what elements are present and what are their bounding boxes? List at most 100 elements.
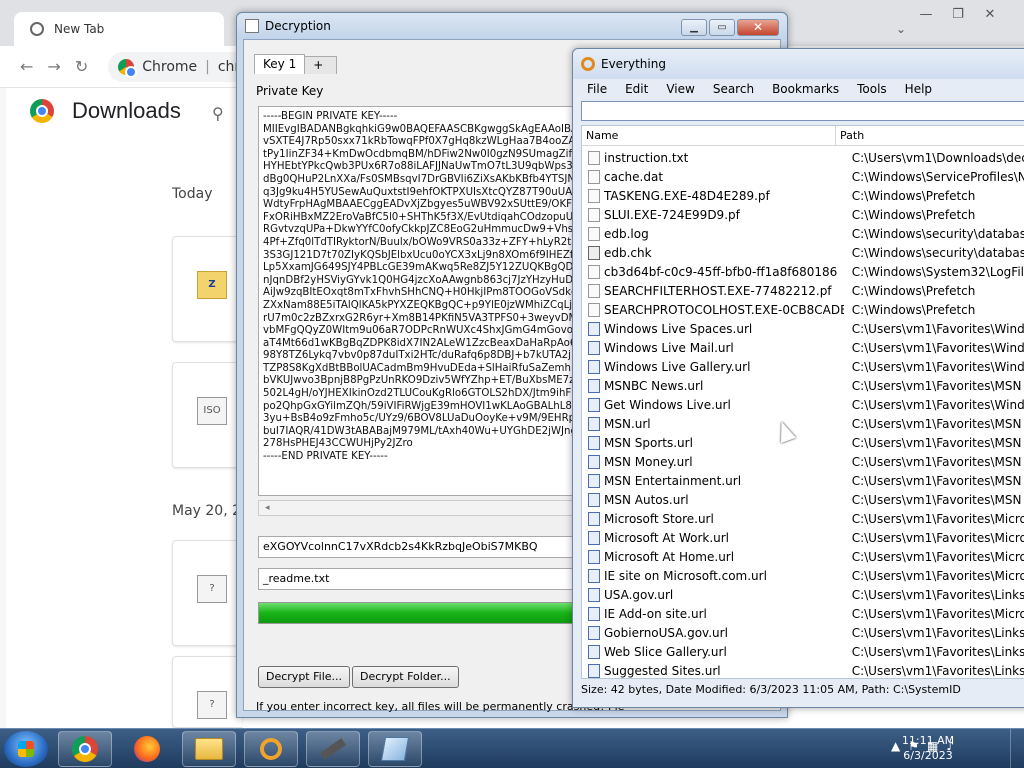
- row-path: C:\Users\vm1\Favorites\Windows L: [851, 397, 1024, 412]
- chrome-close-icon[interactable]: ✕: [976, 6, 1004, 24]
- row-name: edb.chk: [604, 245, 652, 260]
- file-icon: [588, 169, 600, 184]
- table-row[interactable]: Windows Live Mail.url C:\Users\vm1\Favori…: [582, 338, 1024, 357]
- private-key-hscrollbar[interactable]: ◂: [258, 500, 598, 516]
- row-name: USA.gov.url: [604, 587, 674, 602]
- table-row[interactable]: Microsoft Store.url C:\Users\vm1\Favorite…: [582, 509, 1024, 528]
- file-icon: [588, 283, 600, 298]
- table-row[interactable]: MSN Money.url C:\Users\vm1\Favorites\MSN …: [582, 452, 1024, 471]
- table-row[interactable]: edb.log C:\Windows\security\database: [582, 224, 1024, 243]
- tab-search-chevron-icon[interactable]: ⌄: [896, 22, 906, 36]
- table-row[interactable]: USA.gov.url C:\Users\vm1\Favorites\Links …: [582, 585, 1024, 604]
- menu-item-tools[interactable]: Tools: [857, 82, 887, 96]
- chrome-tab-new-tab[interactable]: New Tab: [14, 12, 224, 46]
- menu-item-view[interactable]: View: [666, 82, 694, 96]
- table-row[interactable]: Microsoft At Work.url C:\Users\vm1\Favori…: [582, 528, 1024, 547]
- table-row[interactable]: GobiernoUSA.gov.url C:\Users\vm1\Favorite…: [582, 623, 1024, 642]
- menu-item-file[interactable]: File: [587, 82, 607, 96]
- row-name: Web Slice Gallery.url: [604, 644, 727, 659]
- row-name: MSN.url: [604, 416, 651, 431]
- column-header-path[interactable]: Path: [836, 126, 864, 145]
- everything-search-input[interactable]: [581, 101, 1024, 121]
- table-row[interactable]: MSN Entertainment.url C:\Users\vm1\Favori…: [582, 471, 1024, 490]
- show-desktop-button[interactable]: [1010, 729, 1024, 768]
- menu-item-help[interactable]: Help: [905, 82, 932, 96]
- row-name: SLUI.EXE-724E99D9.pf: [604, 207, 740, 222]
- back-arrow-icon[interactable]: ←: [20, 57, 33, 76]
- download-card[interactable]: ISO: [172, 362, 242, 468]
- row-name: MSN Autos.url: [604, 492, 689, 507]
- table-row[interactable]: instruction.txt C:\Users\vm1\Downloads\de…: [582, 148, 1024, 167]
- readme-field[interactable]: _readme.txt: [258, 568, 598, 590]
- row-path: C:\Windows\Prefetch: [851, 283, 976, 298]
- decryption-window-title: Decryption: [265, 19, 331, 33]
- decrypt-file-button[interactable]: Decrypt File...: [258, 666, 351, 688]
- table-row[interactable]: SEARCHPROTOCOLHOST.EXE-0CB8CADE... C:\Win…: [582, 300, 1024, 319]
- decryption-close-icon[interactable]: ✕: [737, 19, 779, 36]
- decrypt-folder-button[interactable]: Decrypt Folder...: [352, 666, 459, 688]
- everything-titlebar[interactable]: Everything: [573, 49, 1024, 79]
- everything-window-title: Everything: [601, 57, 666, 71]
- table-row[interactable]: cache.dat C:\Windows\ServiceProfiles\Netw…: [582, 167, 1024, 186]
- menu-item-search[interactable]: Search: [713, 82, 754, 96]
- table-row[interactable]: cb3d64bf-c0c9-45ff-bfb0-ff1a8f680186 C:\W…: [582, 262, 1024, 281]
- key-id-field[interactable]: eXGOYVcolnnC17vXRdcb2s4KkRzbqJeObiS7MKBQ: [258, 536, 598, 558]
- download-card[interactable]: ?: [172, 656, 242, 728]
- table-row[interactable]: Windows Live Gallery.url C:\Users\vm1\Fav…: [582, 357, 1024, 376]
- row-name: SEARCHPROTOCOLHOST.EXE-0CB8CADE...: [604, 302, 844, 317]
- row-path: C:\Users\vm1\Favorites\Microsoft: [851, 606, 1024, 621]
- table-row[interactable]: Windows Live Spaces.url C:\Users\vm1\Favo…: [582, 319, 1024, 338]
- downloads-search-icon[interactable]: ⚲: [212, 104, 224, 123]
- unknown-file-icon: ?: [197, 691, 227, 719]
- table-row[interactable]: MSN Autos.url C:\Users\vm1\Favorites\MSN …: [582, 490, 1024, 509]
- table-row[interactable]: MSN Sports.url C:\Users\vm1\Favorites\MSN…: [582, 433, 1024, 452]
- tab-add-key[interactable]: +: [305, 56, 338, 74]
- row-path: C:\Users\vm1\Favorites\MSN Webs: [851, 492, 1024, 507]
- table-row[interactable]: MSNBC News.url C:\Users\vm1\Favorites\MSN…: [582, 376, 1024, 395]
- taskbar-notepad-button[interactable]: [368, 731, 422, 767]
- taskbar-explorer-button[interactable]: [182, 731, 236, 767]
- warning-text: If you enter incorrect key, all files wi…: [256, 700, 625, 713]
- tab-key-1[interactable]: Key 1: [254, 54, 306, 74]
- taskbar-clock[interactable]: 11:11 AM 6/3/2023: [888, 733, 968, 763]
- taskbar-firefox-button[interactable]: [120, 731, 174, 767]
- forward-arrow-icon[interactable]: →: [47, 57, 60, 76]
- table-row[interactable]: SEARCHFILTERHOST.EXE-77482212.pf C:\Windo…: [582, 281, 1024, 300]
- hammer-icon: [320, 738, 346, 760]
- taskbar-tool-button[interactable]: [306, 731, 360, 767]
- row-name: Microsoft At Work.url: [604, 530, 730, 545]
- table-row[interactable]: IE site on Microsoft.com.url C:\Users\vm1…: [582, 566, 1024, 585]
- decryption-minimize-icon[interactable]: ▁: [681, 19, 707, 36]
- table-row[interactable]: MSN.url C:\Users\vm1\Favorites\MSN Webs: [582, 414, 1024, 433]
- chrome-minimize-icon[interactable]: —: [912, 6, 940, 24]
- row-path: C:\Users\vm1\Favorites\Windows L: [851, 321, 1024, 336]
- table-row[interactable]: edb.chk C:\Windows\security\database: [582, 243, 1024, 262]
- taskbar-chrome-button[interactable]: [58, 731, 112, 767]
- reload-icon[interactable]: ↻: [75, 57, 88, 76]
- start-button[interactable]: [4, 731, 48, 767]
- table-row[interactable]: SLUI.EXE-724E99D9.pf C:\Windows\Prefetch: [582, 205, 1024, 224]
- scroll-left-arrow-icon[interactable]: ◂: [265, 503, 270, 513]
- decryption-maximize-icon[interactable]: ▭: [709, 19, 735, 36]
- row-name: IE site on Microsoft.com.url: [604, 568, 767, 583]
- taskbar-everything-button[interactable]: [244, 731, 298, 767]
- row-path: C:\Windows\Prefetch: [851, 302, 976, 317]
- row-path: C:\Users\vm1\Favorites\MSN Webs: [851, 435, 1024, 450]
- download-card[interactable]: ?: [172, 540, 242, 646]
- table-row[interactable]: Get Windows Live.url C:\Users\vm1\Favorit…: [582, 395, 1024, 414]
- download-card[interactable]: Z: [172, 236, 242, 342]
- everything-menubar: File Edit View Search Bookmarks Tools Help: [581, 79, 932, 99]
- column-header-name[interactable]: Name: [582, 126, 836, 145]
- decryption-progress-bar: [258, 602, 598, 624]
- table-row[interactable]: IE Add-on site.url C:\Users\vm1\Favorites…: [582, 604, 1024, 623]
- menu-item-edit[interactable]: Edit: [625, 82, 648, 96]
- table-row[interactable]: Web Slice Gallery.url C:\Users\vm1\Favori…: [582, 642, 1024, 661]
- url-file-icon: [588, 511, 600, 526]
- private-key-textarea[interactable]: -----BEGIN PRIVATE KEY----- MIIEvgIBADAN…: [258, 106, 598, 496]
- table-row[interactable]: Suggested Sites.url C:\Users\vm1\Favorite…: [582, 661, 1024, 678]
- url-file-icon: [588, 587, 600, 602]
- table-row[interactable]: Microsoft At Home.url C:\Users\vm1\Favori…: [582, 547, 1024, 566]
- table-row[interactable]: TASKENG.EXE-48D4E289.pf C:\Windows\Prefet…: [582, 186, 1024, 205]
- menu-item-bookmarks[interactable]: Bookmarks: [772, 82, 839, 96]
- chrome-maximize-icon[interactable]: ❐: [944, 6, 972, 24]
